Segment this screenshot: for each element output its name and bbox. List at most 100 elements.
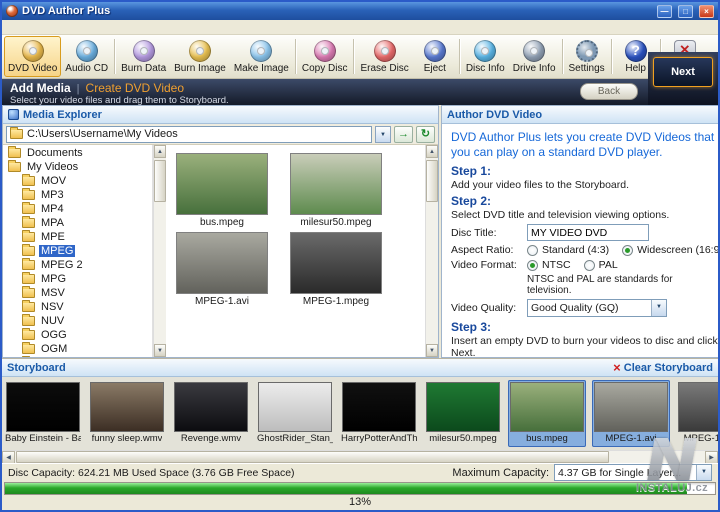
chevron-down-icon[interactable]: ▼ — [651, 300, 666, 316]
tree-item[interactable]: Documents — [3, 146, 152, 160]
tree-scrollbar[interactable]: ▲ ▼ — [153, 145, 166, 357]
storyboard-item[interactable]: funny sleep.wmv — [88, 380, 166, 447]
storyboard-item-name: MPEG-1.mpeg — [684, 433, 718, 444]
storyboard-item[interactable]: MPEG-1.avi — [592, 380, 670, 447]
next-button[interactable]: Next — [653, 57, 713, 87]
tree-item[interactable]: MP4 — [3, 202, 152, 216]
tree-item[interactable]: MPEG — [3, 244, 152, 258]
radio-widescreen[interactable] — [622, 245, 633, 256]
toolbar-button[interactable]: Drive Info — [509, 36, 560, 77]
aspect-standard-option[interactable]: Standard (4:3) — [527, 244, 609, 256]
radio-pal[interactable] — [584, 260, 595, 271]
storyboard-item[interactable]: HarryPotterAndTh... — [340, 380, 418, 447]
toolbar-button[interactable]: Erase Disc — [356, 36, 412, 77]
minimize-button[interactable]: — — [657, 5, 672, 18]
scroll-down-button[interactable]: ▼ — [426, 344, 438, 357]
file-item[interactable]: MPEG-1.avi — [172, 232, 272, 307]
toolbar-button-label: Drive Info — [513, 63, 556, 74]
toolbar-button[interactable]: Make Image — [230, 36, 293, 77]
maximum-capacity-value: 4.37 GB for Single Layer... — [558, 467, 681, 479]
scrollbar-track[interactable] — [426, 158, 438, 344]
storyboard-item[interactable]: milesur50.mpeg — [424, 380, 502, 447]
folder-icon — [10, 129, 23, 139]
tree-item-label: NSV — [39, 301, 66, 313]
tree-item[interactable]: OGG — [3, 328, 152, 342]
radio-ntsc[interactable] — [527, 260, 538, 271]
dvd-video-icon — [22, 40, 44, 62]
files-scrollbar[interactable]: ▲ ▼ — [425, 145, 438, 357]
tree-item[interactable]: My Videos — [3, 160, 152, 174]
progress-area: 13% — [2, 481, 718, 510]
toolbar-button[interactable]: Burn Image — [170, 36, 230, 77]
format-ntsc-option[interactable]: NTSC — [527, 259, 571, 271]
scrollbar-track[interactable] — [154, 158, 166, 344]
toolbar-button[interactable]: Audio CD — [61, 36, 112, 77]
scroll-up-button[interactable]: ▲ — [426, 145, 438, 158]
scrollbar-thumb[interactable] — [16, 451, 609, 463]
storyboard-item[interactable]: Revenge.wmv — [172, 380, 250, 447]
toolbar-button[interactable]: Disc Info — [462, 36, 509, 77]
video-quality-select[interactable]: Good Quality (GQ) ▼ — [527, 299, 667, 317]
storyboard-item[interactable]: Baby Einstein - Ba... — [4, 380, 82, 447]
toolbar-button[interactable]: Burn Data — [117, 36, 170, 77]
scroll-up-button[interactable]: ▲ — [154, 145, 166, 158]
storyboard-item[interactable]: GhostRider_Stan_... — [256, 380, 334, 447]
help-icon — [625, 40, 647, 62]
clear-storyboard-button[interactable]: × Clear Storyboard — [613, 362, 713, 374]
storyboard-scrollbar[interactable]: ◀ ▶ — [2, 450, 718, 463]
close-button[interactable]: × — [699, 5, 714, 18]
tree-item[interactable]: MPEG 2 — [3, 258, 152, 272]
tree-item[interactable]: MPG — [3, 272, 152, 286]
tree-item[interactable]: MP3 — [3, 188, 152, 202]
file-item[interactable]: bus.mpeg — [172, 153, 272, 228]
toolbar-button-label: Copy Disc — [302, 63, 348, 74]
disc-title-input[interactable] — [527, 224, 649, 241]
tree-item[interactable]: MSV — [3, 286, 152, 300]
scrollbar-track[interactable] — [15, 451, 705, 463]
chevron-down-icon[interactable]: ▼ — [696, 465, 711, 481]
aspect-widescreen-option[interactable]: Widescreen (16:9) — [622, 244, 720, 256]
file-item[interactable]: MPEG-1.mpeg — [286, 232, 386, 307]
file-name: MPEG-1.mpeg — [303, 296, 369, 307]
storyboard-title: Storyboard — [7, 362, 66, 374]
address-input[interactable]: C:\Users\Username\My Videos — [6, 126, 372, 143]
scrollbar-thumb[interactable] — [154, 160, 166, 202]
folder-icon — [22, 260, 35, 270]
address-dropdown-button[interactable]: ▼ — [375, 126, 391, 143]
scrollbar-thumb[interactable] — [426, 160, 438, 202]
wizard-header: Add Media | Create DVD Video Select your… — [2, 79, 718, 105]
menu-item[interactable] — [36, 26, 52, 28]
file-item[interactable]: milesur50.mpeg — [286, 153, 386, 228]
tree-item-label: OGG — [39, 329, 69, 341]
storyboard-item[interactable]: MPEG-1.mpeg — [676, 380, 718, 447]
format-pal-option[interactable]: PAL — [584, 259, 618, 271]
back-button[interactable]: Back — [580, 83, 638, 100]
storyboard-items: Baby Einstein - Ba... funny sleep.wmv Re… — [2, 377, 718, 450]
clear-x-icon: × — [613, 362, 621, 374]
toolbar-button[interactable]: DVD Video — [4, 36, 61, 77]
tree-item[interactable]: NSV — [3, 300, 152, 314]
tree-item[interactable]: OGM — [3, 342, 152, 356]
toolbar-button[interactable]: Settings — [565, 36, 609, 77]
maximize-button[interactable]: □ — [678, 5, 693, 18]
video-thumbnail — [510, 382, 584, 432]
menu-item[interactable] — [20, 26, 36, 28]
toolbar-separator — [295, 39, 296, 74]
menu-item[interactable] — [4, 26, 20, 28]
toolbar-button[interactable]: Copy Disc — [298, 36, 352, 77]
tree-item[interactable]: MOV — [3, 174, 152, 188]
toolbar-button[interactable]: Eject — [413, 36, 457, 77]
maximum-capacity-select[interactable]: 4.37 GB for Single Layer... ▼ — [554, 464, 712, 481]
scroll-down-button[interactable]: ▼ — [154, 344, 166, 357]
folder-icon — [22, 232, 35, 242]
storyboard-item[interactable]: bus.mpeg — [508, 380, 586, 447]
tree-item[interactable]: MPE — [3, 230, 152, 244]
go-button[interactable]: → — [394, 126, 413, 143]
toolbar-button-label: Erase Disc — [360, 63, 408, 74]
radio-standard[interactable] — [527, 245, 538, 256]
aspect-widescreen-label: Widescreen (16:9) — [637, 244, 720, 256]
tree-item[interactable]: RA — [3, 356, 152, 357]
refresh-button[interactable]: ↻ — [416, 126, 435, 143]
tree-item[interactable]: MPA — [3, 216, 152, 230]
tree-item[interactable]: NUV — [3, 314, 152, 328]
